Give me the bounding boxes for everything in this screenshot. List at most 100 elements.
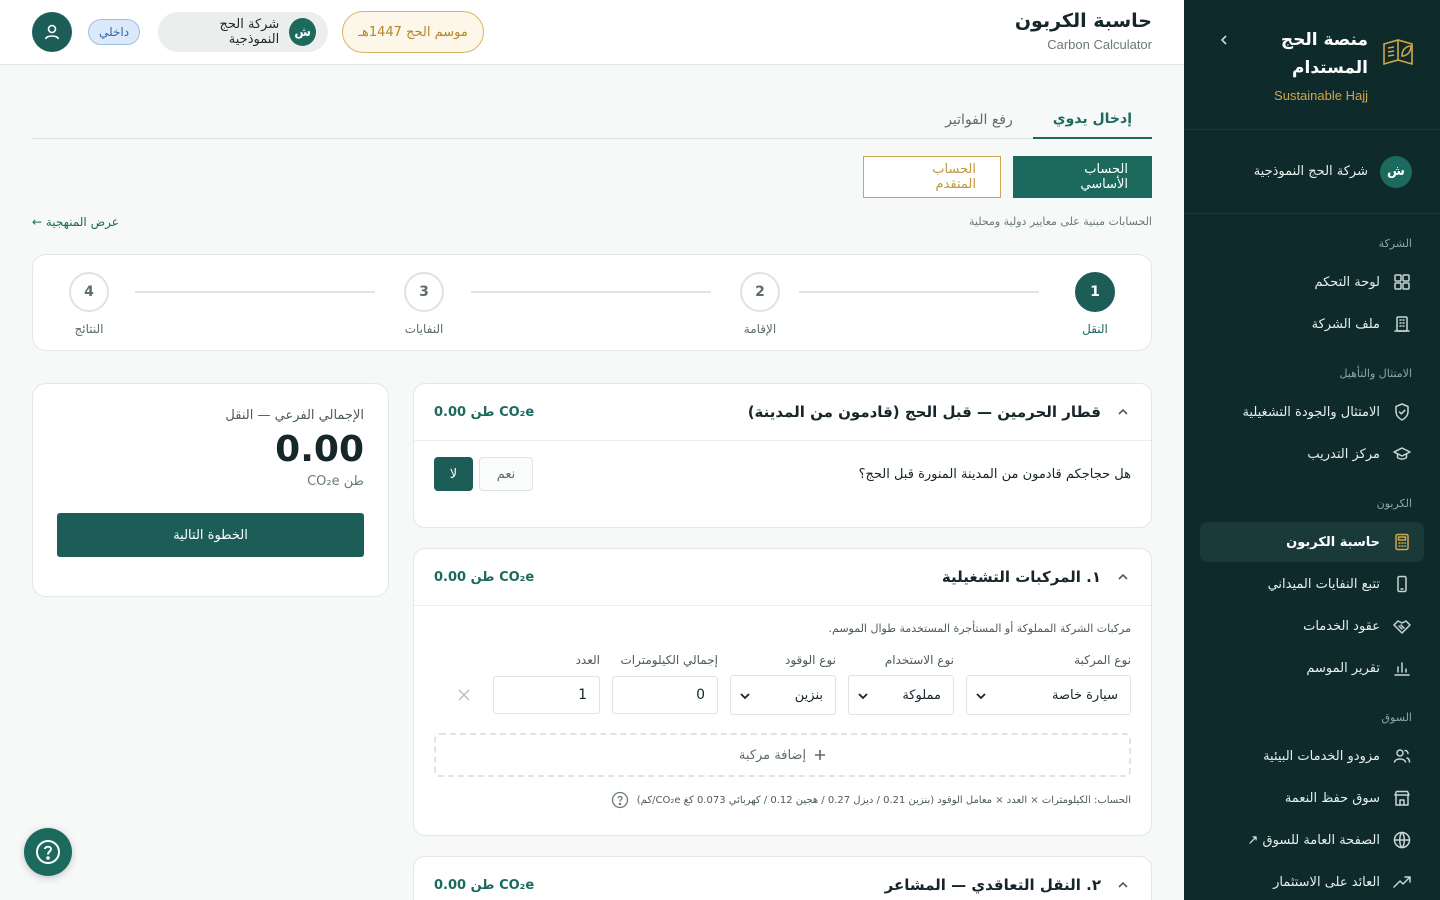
yes-button[interactable]: نعم [479, 457, 533, 491]
sidebar-item-graduation-cap[interactable]: مركز التدريب [1200, 434, 1424, 474]
total-km-input[interactable]: 0 [612, 676, 718, 714]
train-section-header[interactable]: قطار الحرمين — قبل الحج (قادمون من المدي… [414, 384, 1151, 441]
vehicles-section: ١. المركبات التشغيلية 0.00 طن CO₂e مركبا… [413, 548, 1152, 836]
sidebar-item-label: مزودو الخدمات البيئية [1263, 748, 1380, 764]
step-label: النقل [1082, 322, 1108, 336]
sidebar-item-calculator[interactable]: حاسبة الكربون [1200, 522, 1424, 562]
label-fuel-type: نوع الوقود [785, 653, 836, 667]
step-connector [135, 291, 375, 293]
fuel-type-value: بنزين [794, 687, 823, 703]
question-text: هل حجاجكم قادمون من المدينة المنورة قبل … [858, 466, 1131, 482]
nav-section-title: الكربون [1376, 497, 1412, 510]
next-step-button[interactable]: الخطوة التالية [57, 513, 364, 557]
yes-no-toggle: نعم لا [434, 457, 533, 491]
sidebar-item-phone[interactable]: تتبع النفايات الميداني [1200, 564, 1424, 604]
methodology-link[interactable]: عرض المنهجية ← [32, 215, 119, 229]
help-circle-icon[interactable] [611, 791, 629, 809]
sidebar-item-shield-check[interactable]: الامتثال والجودة التشغيلية [1200, 392, 1424, 432]
section-total: 0.00 طن CO₂e [434, 569, 535, 585]
label-count: العدد [575, 653, 600, 667]
sidebar-item-trending-up[interactable]: العائد على الاستثمار [1200, 862, 1424, 900]
section-total: 0.00 طن CO₂e [434, 877, 535, 893]
step-waste[interactable]: 3 النفايات [394, 272, 454, 336]
page-title: حاسبة الكربون [1014, 10, 1152, 32]
chevron-up-icon [1115, 569, 1131, 585]
sidebar-item-dashboard[interactable]: لوحة التحكم [1200, 262, 1424, 302]
sidebar-item-label: عقود الخدمات [1303, 618, 1380, 634]
vehicles-section-header[interactable]: ١. المركبات التشغيلية 0.00 طن CO₂e [414, 549, 1151, 606]
basic-calc-button[interactable]: الحساب الأساسي [1013, 156, 1152, 198]
step-connector [799, 291, 1039, 293]
fuel-type-select[interactable]: بنزين [730, 675, 836, 715]
bar-chart-icon [1392, 658, 1412, 678]
sidebar-item-users[interactable]: مزودو الخدمات البيئية [1200, 736, 1424, 776]
label-usage-type: نوع الاستخدام [884, 653, 954, 667]
usage-type-select[interactable]: مملوكة [848, 675, 954, 715]
chevron-down-icon [857, 690, 869, 702]
no-button[interactable]: لا [434, 457, 473, 491]
vehicle-type-select[interactable]: سيارة خاصة [966, 675, 1131, 715]
help-fab-button[interactable] [24, 828, 72, 876]
tab-upload-invoices[interactable]: رفع الفواتير [925, 101, 1033, 139]
sidebar-item-store[interactable]: سوق حفظ النعمة [1200, 778, 1424, 818]
chevron-up-icon [1115, 877, 1131, 893]
contracted-section-header[interactable]: ٢. النقل التعاقدي — المشاعر 0.00 طن CO₂e [414, 857, 1151, 900]
nav-section-title: السوق [1381, 711, 1412, 724]
help-circle-icon [34, 838, 62, 866]
question-row: هل حجاجكم قادمون من المدينة المنورة قبل … [434, 457, 1131, 491]
company-switcher[interactable]: ش شركة الحج النموذجية [158, 12, 328, 52]
user-icon [42, 22, 62, 42]
vehicles-section-body: مركبات الشركة المملوكة أو المستأجرة المس… [414, 606, 1151, 825]
sidebar-item-label: الصفحة العامة للسوق ↗ [1247, 832, 1380, 848]
step-accommodation[interactable]: 2 الإقامة [730, 272, 790, 336]
vehicle-row: سيارة خاصة مملوكة بنزين 0 1 [434, 675, 1131, 715]
subtotal-label: الإجمالي الفرعي — النقل [225, 408, 364, 423]
sidebar-company[interactable]: ش شركة الحج النموذجية [1184, 130, 1440, 214]
train-section: قطار الحرمين — قبل الحج (قادمون من المدي… [413, 383, 1152, 528]
tab-manual-entry[interactable]: إدخال يدوي [1032, 101, 1152, 139]
add-vehicle-button[interactable]: إضافة مركبة [434, 733, 1131, 777]
vehicle-type-value: سيارة خاصة [1051, 687, 1118, 703]
sidebar: منصة الحج المستدام Sustainable Hajj ش شر… [1184, 0, 1440, 900]
advanced-calc-button[interactable]: الحساب المتقدم [863, 156, 1001, 198]
subtotal-card: الإجمالي الفرعي — النقل 0.00 طن CO₂e الخ… [32, 383, 389, 597]
dashboard-icon [1392, 272, 1412, 292]
user-avatar[interactable] [32, 12, 72, 52]
step-results[interactable]: 4 النتائج [59, 272, 119, 336]
chevron-left-icon[interactable] [1214, 30, 1234, 50]
step-label: النفايات [404, 322, 444, 336]
sidebar-item-label: تقرير الموسم [1306, 660, 1380, 676]
sidebar-item-handshake[interactable]: عقود الخدمات [1200, 606, 1424, 646]
input-tabs: إدخال يدوي رفع الفواتير [32, 101, 1152, 139]
store-icon [1392, 788, 1412, 808]
trending-up-icon [1392, 872, 1412, 892]
sidebar-item-label: سوق حفظ النعمة [1284, 790, 1380, 806]
nav-section-title: الشركة [1378, 237, 1412, 250]
step-number: 1 [1075, 272, 1115, 312]
sidebar-item-label: الامتثال والجودة التشغيلية [1242, 404, 1380, 420]
shield-check-icon [1392, 402, 1412, 422]
count-input[interactable]: 1 [493, 676, 600, 714]
brand-subtitle: Sustainable Hajj [1274, 88, 1368, 103]
subtotal-unit: طن CO₂e [307, 474, 364, 489]
sidebar-item-label: حاسبة الكربون [1286, 534, 1380, 550]
sidebar-item-label: العائد على الاستثمار [1273, 874, 1380, 890]
step-transport[interactable]: 1 النقل [1065, 272, 1125, 336]
season-selector[interactable]: موسم الحج 1447هـ [342, 11, 484, 53]
company-avatar: ش [289, 18, 316, 46]
sidebar-company-name: شركة الحج النموذجية [1253, 164, 1368, 179]
close-icon[interactable] [457, 688, 471, 702]
field-labels: نوع المركبة نوع الاستخدام نوع الوقود إجم… [434, 653, 1131, 667]
sidebar-item-label: ملف الشركة [1311, 316, 1380, 332]
page-subtitle: Carbon Calculator [1047, 37, 1152, 52]
sidebar-item-globe[interactable]: الصفحة العامة للسوق ↗ [1200, 820, 1424, 860]
sidebar-item-bar-chart[interactable]: تقرير الموسم [1200, 648, 1424, 688]
chevron-down-icon [975, 690, 987, 702]
users-icon [1392, 746, 1412, 766]
sidebar-item-label: تتبع النفايات الميداني [1267, 576, 1380, 592]
nav-list: لوحة التحكم ملف الشركة [1184, 262, 1440, 344]
main-content: إدخال يدوي رفع الفواتير الحساب الأساسي ا… [0, 65, 1184, 900]
formula-note: الحساب: الكيلومترات × العدد × معامل الوق… [434, 791, 1131, 809]
section-description: مركبات الشركة المملوكة أو المستأجرة المس… [828, 622, 1132, 635]
sidebar-item-building[interactable]: ملف الشركة [1200, 304, 1424, 344]
